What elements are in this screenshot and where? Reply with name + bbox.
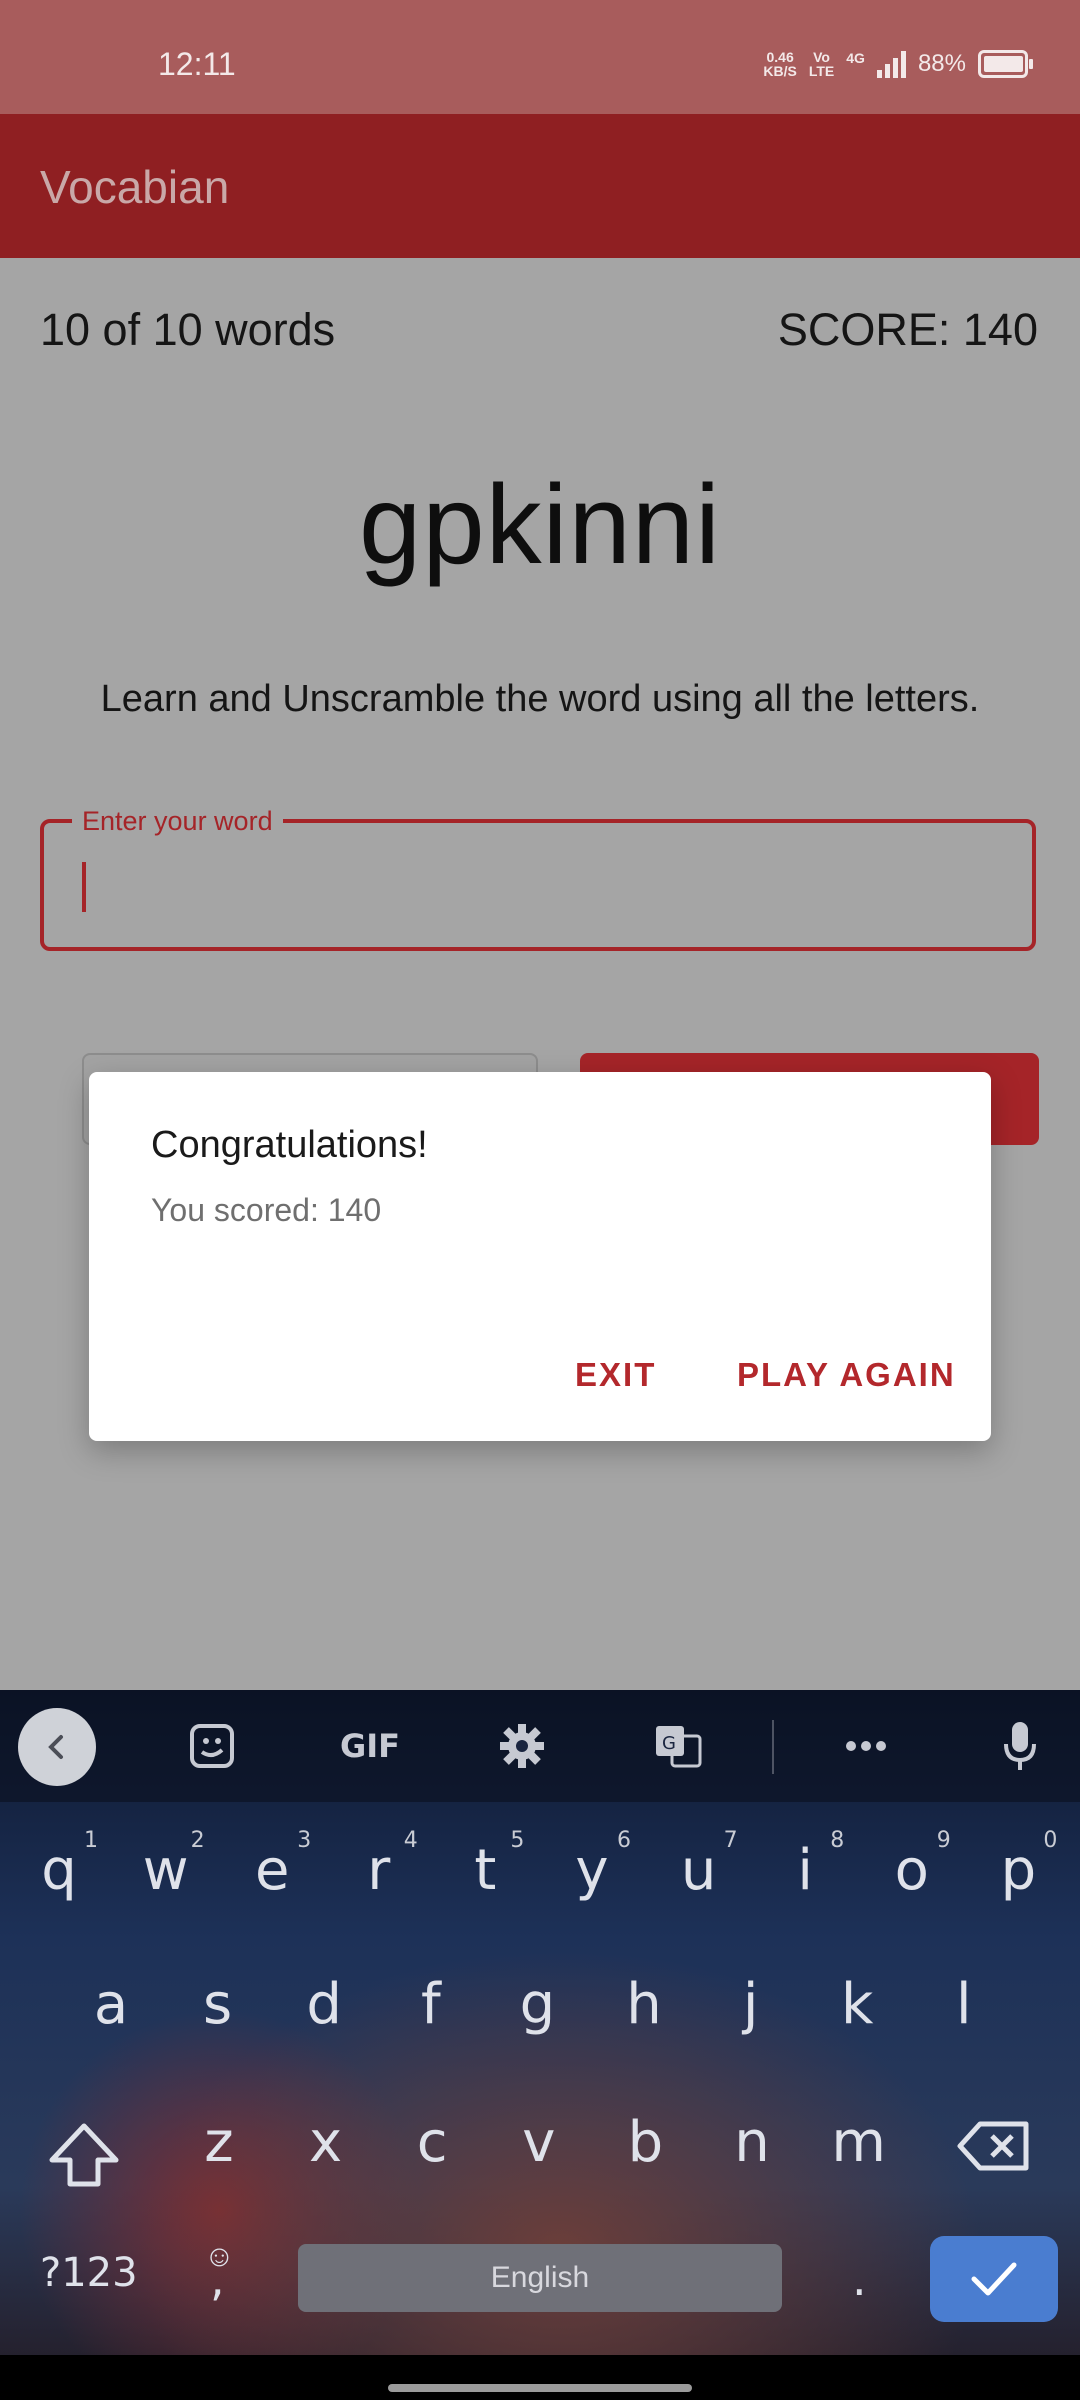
network-speed-value: 0.46 xyxy=(766,49,794,65)
key-w-hint: 2 xyxy=(190,1828,205,1853)
symbols-key[interactable]: ?123 xyxy=(40,2250,138,2296)
network-type: 4G xyxy=(846,50,865,66)
text-cursor xyxy=(82,862,86,912)
app-bar: Vocabian xyxy=(0,114,1080,258)
gif-button[interactable]: GIF xyxy=(330,1718,410,1774)
shift-icon xyxy=(49,2123,119,2187)
word-input-label: Enter your word xyxy=(72,806,283,836)
instructions-text: Learn and Unscramble the word using all … xyxy=(100,678,980,720)
score-display: SCORE: 140 xyxy=(777,304,1038,355)
app-title: Vocabian xyxy=(40,161,230,213)
key-x[interactable]: x xyxy=(281,2110,371,2175)
checkmark-icon xyxy=(971,2262,1017,2296)
congratulations-dialog: Congratulations! You scored: 140 EXIT PL… xyxy=(89,1072,991,1441)
status-bar: 12:11 0.46 KB/S Vo LTE 4G 88% xyxy=(0,0,1080,114)
key-j[interactable]: j xyxy=(706,1972,796,2037)
space-bar[interactable]: English xyxy=(298,2244,782,2312)
microphone-icon[interactable] xyxy=(992,1718,1048,1774)
key-n[interactable]: n xyxy=(707,2110,797,2175)
key-v[interactable]: v xyxy=(494,2110,584,2175)
space-bar-label: English xyxy=(490,2261,590,2294)
key-r-hint: 4 xyxy=(403,1828,418,1853)
backspace-key[interactable] xyxy=(956,2116,1032,2181)
home-gesture-pill[interactable] xyxy=(388,2384,692,2392)
settings-gear-icon[interactable] xyxy=(494,1718,550,1774)
key-a[interactable]: a xyxy=(66,1972,156,2037)
key-c[interactable]: c xyxy=(387,2110,477,2175)
gif-label: GIF xyxy=(339,1727,401,1765)
key-h[interactable]: h xyxy=(599,1972,689,2037)
battery-percent: 88% xyxy=(917,50,966,77)
keyboard-toolbar: GIF G xyxy=(0,1690,1080,1802)
key-i-hint: 8 xyxy=(830,1828,845,1853)
key-d[interactable]: d xyxy=(279,1972,369,2037)
key-f[interactable]: f xyxy=(386,1972,476,2037)
dialog-title: Congratulations! xyxy=(151,1124,428,1166)
key-m[interactable]: m xyxy=(814,2110,904,2175)
network-speed: 0.46 KB/S xyxy=(763,50,796,78)
sticker-icon[interactable] xyxy=(184,1718,240,1774)
key-b[interactable]: b xyxy=(600,2110,690,2175)
key-l[interactable]: l xyxy=(919,1972,1009,2037)
word-progress: 10 of 10 words xyxy=(40,304,336,355)
translate-icon[interactable]: G xyxy=(650,1718,706,1774)
word-input-field[interactable] xyxy=(40,819,1036,951)
key-u-hint: 7 xyxy=(723,1828,738,1853)
key-g[interactable]: g xyxy=(492,1972,582,2037)
status-time: 12:11 xyxy=(158,46,236,82)
battery-icon xyxy=(978,50,1033,78)
more-options-icon[interactable] xyxy=(838,1718,894,1774)
svg-text:G: G xyxy=(662,1733,676,1754)
key-o-hint: 9 xyxy=(936,1828,951,1853)
key-e-hint: 3 xyxy=(297,1828,312,1853)
backspace-icon xyxy=(957,2121,1029,2171)
enter-key[interactable] xyxy=(930,2236,1058,2322)
key-s[interactable]: s xyxy=(173,1972,263,2037)
key-z[interactable]: z xyxy=(174,2110,264,2175)
status-icons: 0.46 KB/S Vo LTE 4G 88% xyxy=(763,50,1033,78)
key-y-hint: 6 xyxy=(617,1828,631,1853)
navigation-bar xyxy=(0,2355,1080,2400)
volte-top: Vo xyxy=(813,49,830,65)
key-t-hint: 5 xyxy=(510,1828,525,1853)
key-q-hint: 1 xyxy=(84,1828,98,1853)
toolbar-divider xyxy=(772,1720,774,1774)
exit-button[interactable]: EXIT xyxy=(575,1356,656,1394)
network-speed-unit: KB/S xyxy=(763,63,797,79)
period-key[interactable]: . xyxy=(852,2252,867,2306)
key-k[interactable]: k xyxy=(812,1972,902,2037)
comma-key[interactable]: , xyxy=(210,2252,225,2306)
signal-icon xyxy=(876,50,906,78)
volte-bottom: LTE xyxy=(808,63,835,79)
chevron-left-icon xyxy=(48,1735,63,1759)
key-p-hint: 0 xyxy=(1043,1828,1058,1853)
play-again-button[interactable]: PLAY AGAIN xyxy=(737,1356,956,1394)
collapse-toolbar-button[interactable] xyxy=(18,1708,96,1786)
scrambled-word: gpkinni xyxy=(359,462,721,587)
volte-icon: Vo LTE xyxy=(809,50,834,78)
dialog-message: You scored: 140 xyxy=(151,1192,382,1228)
